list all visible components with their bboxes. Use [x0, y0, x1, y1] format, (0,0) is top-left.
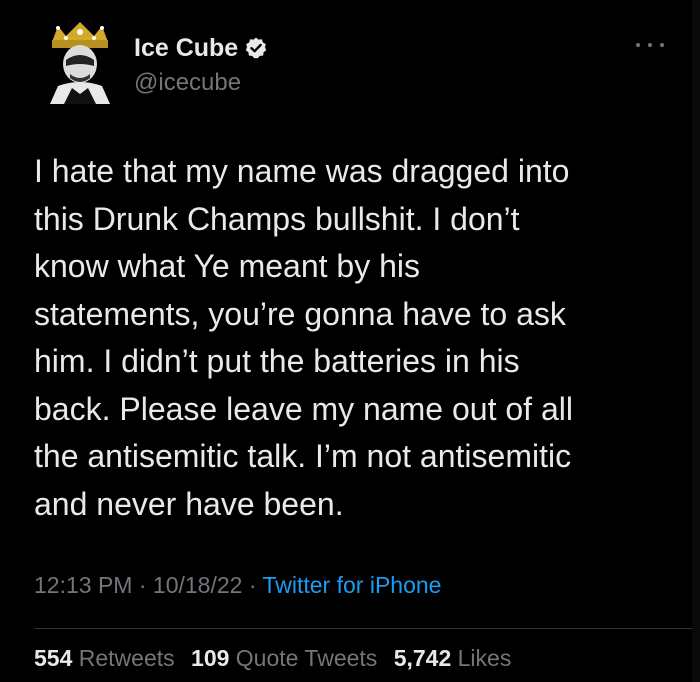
- meta-separator: ·: [138, 572, 147, 598]
- verified-badge-icon: [244, 36, 268, 60]
- tweet-card: Ice Cube @icecube I hate that my name wa…: [0, 0, 700, 682]
- author-name[interactable]: Ice Cube: [134, 33, 238, 63]
- tweet-date[interactable]: 10/18/22: [153, 572, 243, 598]
- tweet-source-link[interactable]: Twitter for iPhone: [262, 572, 441, 598]
- retweets-stat[interactable]: 554 Retweets: [34, 645, 175, 671]
- avatar-image: [50, 22, 110, 104]
- meta-separator: ·: [248, 572, 257, 598]
- crown-icon: [52, 22, 108, 48]
- scrollbar[interactable]: [692, 0, 700, 682]
- tweet-meta: 12:13 PM · 10/18/22 · Twitter for iPhone: [34, 570, 441, 600]
- tweet-text: I hate that my name was dragged into thi…: [34, 153, 573, 522]
- likes-stat[interactable]: 5,742 Likes: [394, 645, 512, 671]
- divider: [34, 628, 700, 629]
- author-name-row[interactable]: Ice Cube: [134, 33, 268, 63]
- quote-tweets-stat[interactable]: 109 Quote Tweets: [191, 645, 377, 671]
- quote-tweets-count: 109: [191, 645, 230, 671]
- more-horizontal-icon[interactable]: [636, 36, 664, 54]
- quote-tweets-label: Quote Tweets: [235, 645, 378, 671]
- likes-label: Likes: [457, 645, 512, 671]
- avatar[interactable]: [40, 20, 120, 104]
- retweets-count: 554: [34, 645, 73, 671]
- author-handle[interactable]: @icecube: [134, 69, 241, 97]
- tweet-stats: 554 Retweets 109 Quote Tweets 5,742 Like…: [34, 643, 521, 673]
- likes-count: 5,742: [393, 645, 452, 671]
- retweets-label: Retweets: [78, 645, 175, 671]
- tweet-time[interactable]: 12:13 PM: [34, 572, 132, 598]
